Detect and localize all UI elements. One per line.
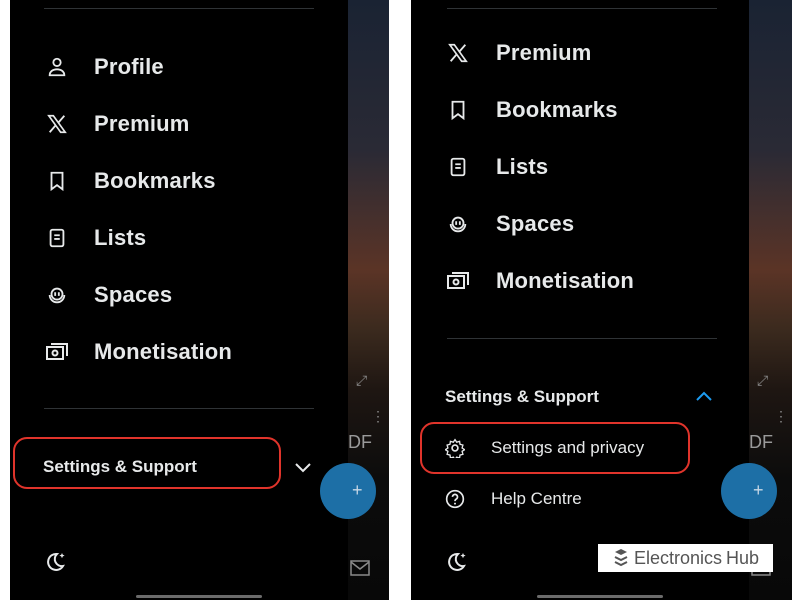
watermark: Electronics Hub <box>598 544 773 572</box>
watermark-brand: Electronics <box>633 547 722 568</box>
divider <box>447 8 717 9</box>
side-drawer: Profile Premium Bookmarks Lists Spaces M… <box>10 0 348 600</box>
home-indicator <box>136 595 262 598</box>
menu-item-label: Lists <box>496 154 549 179</box>
background-feed: ⤢ ⋮ DF + <box>320 0 389 600</box>
menu-item-premium[interactable]: Premium <box>445 31 592 75</box>
background-text: DF <box>749 432 773 452</box>
menu-item-label: Bookmarks <box>94 168 216 193</box>
menu-item-label: Help Centre <box>491 489 582 508</box>
menu-item-bookmarks[interactable]: Bookmarks <box>445 88 618 132</box>
menu-item-label: Lists <box>94 225 147 250</box>
highlight-annotation <box>13 437 281 489</box>
electronics-hub-logo-icon <box>614 549 628 567</box>
moon-icon[interactable] <box>43 550 67 574</box>
menu-item-label: Monetisation <box>496 268 635 293</box>
right-screenshot: Premium Bookmarks Lists Spaces Monetisat <box>411 0 792 600</box>
divider <box>44 8 314 9</box>
menu-item-bookmarks[interactable]: Bookmarks <box>44 159 216 203</box>
chevron-up-icon[interactable] <box>695 390 713 402</box>
menu-item-premium[interactable]: Premium <box>44 102 190 146</box>
share-icon: ⤢ <box>757 372 769 388</box>
moon-icon[interactable] <box>444 550 468 574</box>
x-logo-icon <box>44 111 70 137</box>
divider <box>447 338 717 339</box>
background-feed: ⤢ ⋮ DF + <box>721 0 792 600</box>
menu-item-help-centre[interactable]: Help Centre <box>445 489 582 509</box>
help-icon <box>445 489 465 509</box>
x-logo-icon <box>445 40 471 66</box>
menu-item-label: Premium <box>496 40 592 65</box>
menu-item-profile[interactable]: Profile <box>44 45 164 89</box>
menu-item-lists[interactable]: Lists <box>44 216 146 260</box>
background-text: DF <box>348 432 372 452</box>
settings-support-header[interactable]: Settings & Support <box>445 387 599 407</box>
mail-icon <box>350 560 370 576</box>
menu-item-spaces[interactable]: Spaces <box>44 273 172 317</box>
more-icon: ⋮ <box>774 408 788 424</box>
menu-item-spaces[interactable]: Spaces <box>445 202 574 246</box>
menu-item-label: Bookmarks <box>496 97 618 122</box>
compose-fab <box>721 463 777 519</box>
home-indicator <box>537 595 663 598</box>
divider <box>44 408 314 409</box>
monetisation-icon <box>445 268 471 294</box>
monetisation-icon <box>44 339 70 365</box>
profile-icon <box>44 54 70 80</box>
side-drawer: Premium Bookmarks Lists Spaces Monetisat <box>411 0 749 600</box>
spaces-icon <box>445 211 471 237</box>
menu-item-label: Spaces <box>496 211 575 236</box>
highlight-annotation <box>420 422 690 474</box>
compose-fab <box>320 463 376 519</box>
left-screenshot: Profile Premium Bookmarks Lists Spaces M… <box>10 0 389 600</box>
menu-item-monetisation[interactable]: Monetisation <box>44 330 232 374</box>
menu-item-label: Monetisation <box>94 339 233 364</box>
bookmark-icon <box>44 168 70 194</box>
watermark-brand-hub: Hub <box>726 547 760 568</box>
spaces-icon <box>44 282 70 308</box>
chevron-down-icon[interactable] <box>294 461 312 473</box>
menu-item-label: Profile <box>94 54 164 79</box>
compose-icon: + <box>352 480 363 500</box>
compose-icon: + <box>753 480 764 500</box>
lists-icon <box>445 154 471 180</box>
menu-item-monetisation[interactable]: Monetisation <box>445 259 634 303</box>
share-icon: ⤢ <box>356 372 368 388</box>
bookmark-icon <box>445 97 471 123</box>
more-icon: ⋮ <box>371 408 385 424</box>
lists-icon <box>44 225 70 251</box>
menu-item-label: Spaces <box>94 282 173 307</box>
menu-item-label: Premium <box>94 111 190 136</box>
menu-item-lists[interactable]: Lists <box>445 145 548 189</box>
